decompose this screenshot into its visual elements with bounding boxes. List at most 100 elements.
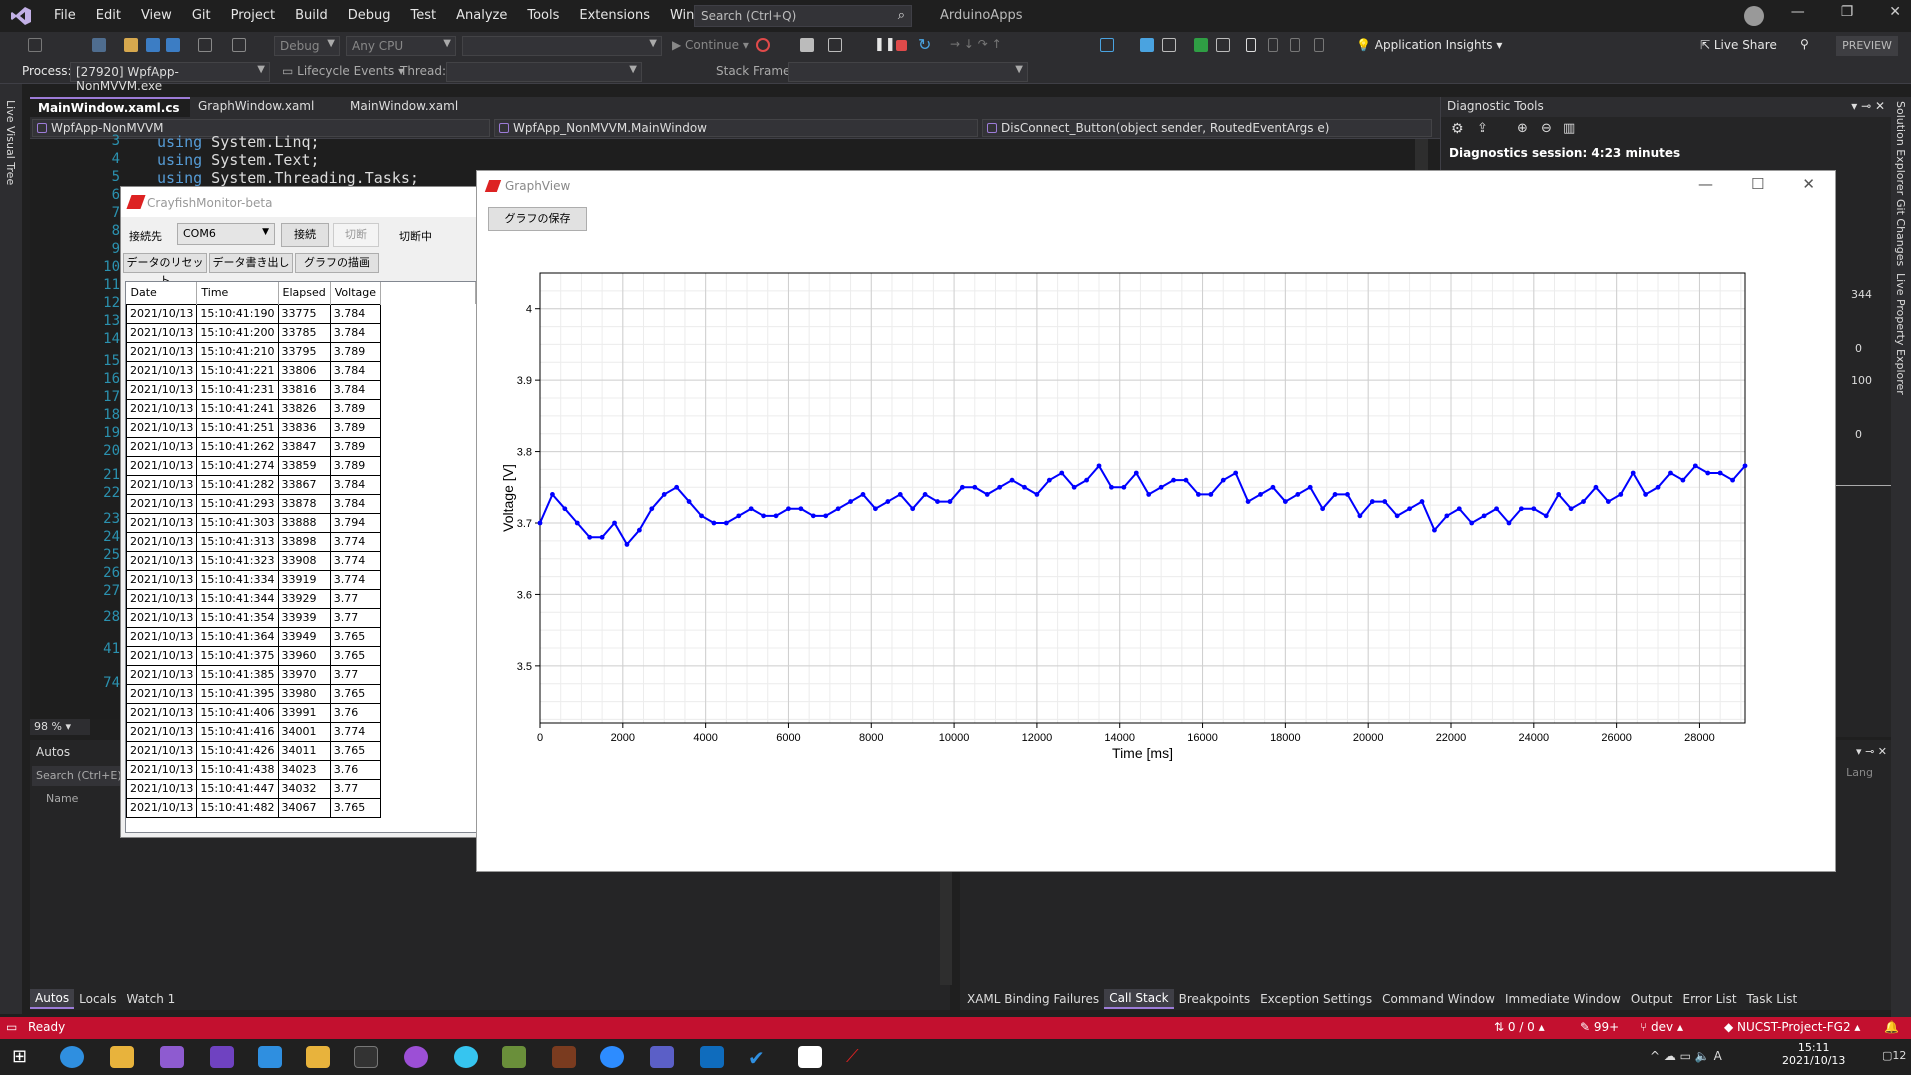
table-row[interactable]: 2021/10/13 15:10:41:416 34001 3.774 — [126, 721, 476, 742]
table-row[interactable]: 2021/10/13 15:10:41:395 33980 3.765 — [126, 683, 476, 704]
settings-icon[interactable]: ⚙ — [1451, 121, 1464, 137]
restart-icon[interactable]: ↻ — [918, 35, 931, 54]
tab-task-list[interactable]: Task List — [1742, 990, 1803, 1008]
notification-center-icon[interactable]: ▢12 — [1882, 1049, 1906, 1062]
export-icon[interactable]: ⇪ — [1477, 121, 1488, 136]
tab-command-window[interactable]: Command Window — [1377, 990, 1500, 1008]
visual-studio-icon[interactable] — [210, 1046, 234, 1068]
menu-test[interactable]: Test — [401, 0, 447, 32]
table-row[interactable]: 2021/10/13 15:10:41:334 33919 3.774 — [126, 569, 476, 590]
minimize-button[interactable]: — — [1698, 175, 1713, 193]
table-row[interactable]: 2021/10/13 15:10:41:210 33795 3.789 — [126, 341, 476, 362]
continue-button[interactable]: ▶ Continue ▾ — [672, 38, 749, 52]
zoom-icon[interactable] — [600, 1046, 624, 1068]
feedback-icon[interactable]: ⚲ — [1800, 37, 1809, 51]
track-icon[interactable] — [1162, 38, 1176, 52]
app-icon[interactable] — [306, 1046, 330, 1068]
search-input[interactable]: Search (Ctrl+Q) ⌕ — [694, 5, 912, 27]
maximize-button[interactable]: ☐ — [1751, 175, 1764, 193]
table-row[interactable]: 2021/10/13 15:10:41:482 34067 3.765 — [126, 797, 476, 818]
configuration-select[interactable]: Debug ▼ — [274, 36, 340, 56]
save-all-icon[interactable] — [166, 38, 180, 52]
todo-icon[interactable]: ✔ — [748, 1046, 772, 1070]
table-row[interactable]: 2021/10/13 15:10:41:274 33859 3.789 — [126, 455, 476, 476]
tab-immediate-window[interactable]: Immediate Window — [1500, 990, 1626, 1008]
table-row[interactable]: 2021/10/13 15:10:41:231 33816 3.784 — [126, 379, 476, 400]
table-row[interactable]: 2021/10/13 15:10:41:385 33970 3.77 — [126, 664, 476, 685]
table-row[interactable]: 2021/10/13 15:10:41:354 33939 3.77 — [126, 607, 476, 628]
table-row[interactable]: 2021/10/13 15:10:41:447 34032 3.77 — [126, 778, 476, 799]
tray-icons[interactable]: ^ ☁ ▭ 🔈 A — [1650, 1049, 1722, 1063]
live-property-explorer-tab[interactable]: Live Property Explorer — [1894, 273, 1907, 395]
table-row[interactable]: 2021/10/13 15:10:41:262 33847 3.789 — [126, 436, 476, 457]
git-branch[interactable]: ⑂ dev ▴ — [1640, 1020, 1683, 1034]
outlook-icon[interactable] — [700, 1046, 724, 1068]
application-insights-button[interactable]: 💡 Application Insights ▾ — [1356, 38, 1502, 52]
hot-reload-toggle-icon[interactable] — [1100, 38, 1114, 52]
stop-icon[interactable] — [896, 40, 907, 51]
chart-icon[interactable]: ▥ — [1563, 121, 1575, 136]
column-header-time[interactable]: Time — [196, 282, 279, 304]
vscode-icon[interactable] — [258, 1046, 282, 1068]
table-row-new[interactable] — [127, 817, 476, 832]
startup-select[interactable]: ▼ — [462, 36, 662, 56]
reset-data-button[interactable]: データのリセット — [123, 253, 207, 287]
table-row[interactable]: 2021/10/13 15:10:41:190 33775 3.784 — [126, 303, 476, 324]
tab-output[interactable]: Output — [1626, 990, 1678, 1008]
pause-icon[interactable]: ❚❚ — [874, 37, 896, 52]
column-header-elapsed[interactable]: Elapsed — [278, 282, 331, 304]
export-data-button[interactable]: データ書き出し — [209, 253, 293, 273]
tab-xaml-binding-failures[interactable]: XAML Binding Failures — [962, 990, 1104, 1008]
bookmark-next-icon[interactable] — [1290, 38, 1300, 52]
redo-icon[interactable] — [232, 38, 246, 52]
tab-watch-1[interactable]: Watch 1 — [121, 990, 180, 1008]
close-button[interactable]: ✕ — [1802, 175, 1815, 193]
data-grid[interactable]: Date Time Elapsed Voltage 2021/10/13 15:10:4… — [125, 281, 477, 833]
tab-exception-settings[interactable]: Exception Settings — [1255, 990, 1377, 1008]
layout-icon[interactable] — [828, 38, 842, 52]
bookmark-icon[interactable] — [1246, 38, 1256, 52]
visual-studio-preview-icon[interactable] — [160, 1046, 184, 1068]
table-row[interactable]: 2021/10/13 15:10:41:438 34023 3.76 — [126, 759, 476, 780]
table-row[interactable]: 2021/10/13 15:10:41:200 33785 3.784 — [126, 322, 476, 343]
table-row[interactable]: 2021/10/13 15:10:41:303 33888 3.794 — [126, 512, 476, 533]
member-nav-select[interactable]: DisConnect_Button(object sender, RoutedE… — [982, 119, 1432, 137]
clock[interactable]: 15:11 2021/10/13 — [1782, 1041, 1845, 1067]
panel-controls[interactable]: ▾ ⊸ ✕ — [1856, 745, 1887, 758]
live-visual-tree-tab[interactable]: Live Visual Tree — [4, 100, 17, 185]
comment-icon[interactable] — [1216, 38, 1230, 52]
platform-select[interactable]: Any CPU ▼ — [346, 36, 456, 56]
menu-view[interactable]: View — [131, 0, 182, 32]
column-header-voltage[interactable]: Voltage — [330, 282, 382, 304]
minecraft-icon[interactable] — [502, 1046, 526, 1068]
menu-git[interactable]: Git — [182, 0, 221, 32]
file-explorer-icon[interactable] — [110, 1046, 134, 1068]
disconnect-button[interactable]: 切断 — [333, 223, 379, 247]
table-row[interactable]: 2021/10/13 15:10:41:221 33806 3.784 — [126, 360, 476, 381]
slack-icon[interactable] — [454, 1046, 478, 1068]
menu-project[interactable]: Project — [221, 0, 285, 32]
process-select[interactable]: [27920] WpfApp-NonMVVM.exe ▼ — [70, 62, 270, 93]
zoom-out-icon[interactable]: ⊖ — [1541, 121, 1552, 136]
table-row[interactable]: 2021/10/13 15:10:41:323 33908 3.774 — [126, 550, 476, 571]
menu-file[interactable]: File — [44, 0, 86, 32]
table-row[interactable]: 2021/10/13 15:10:41:364 33949 3.765 — [126, 626, 476, 647]
table-row[interactable]: 2021/10/13 15:10:41:313 33898 3.774 — [126, 531, 476, 552]
table-row[interactable]: 2021/10/13 15:10:41:406 33991 3.76 — [126, 702, 476, 723]
zoom-select[interactable]: 98 % ▾ — [30, 719, 90, 735]
class-nav-select[interactable]: WpfApp_NonMVVM.MainWindow — [494, 119, 978, 137]
menu-extensions[interactable]: Extensions — [569, 0, 660, 32]
terminal-icon[interactable] — [354, 1046, 378, 1068]
start-icon[interactable]: ⊞ — [12, 1046, 36, 1068]
edge-icon[interactable] — [60, 1046, 84, 1068]
tab-graphwindow-xaml[interactable]: GraphWindow.xaml — [190, 97, 340, 117]
tab-autos[interactable]: Autos — [30, 989, 75, 1009]
tab-locals[interactable]: Locals — [74, 990, 121, 1008]
back-icon[interactable] — [28, 38, 42, 52]
step-icons[interactable]: → ↓ ↷ ↑ — [950, 37, 1002, 51]
table-row[interactable]: 2021/10/13 15:10:41:282 33867 3.784 — [126, 474, 476, 495]
github-desktop-icon[interactable] — [404, 1046, 428, 1068]
restore-button[interactable]: ❐ — [1841, 4, 1854, 20]
crayfish-app-icon[interactable]: ⟋ — [846, 1046, 870, 1068]
bookmark-clear-icon[interactable] — [1314, 38, 1324, 52]
